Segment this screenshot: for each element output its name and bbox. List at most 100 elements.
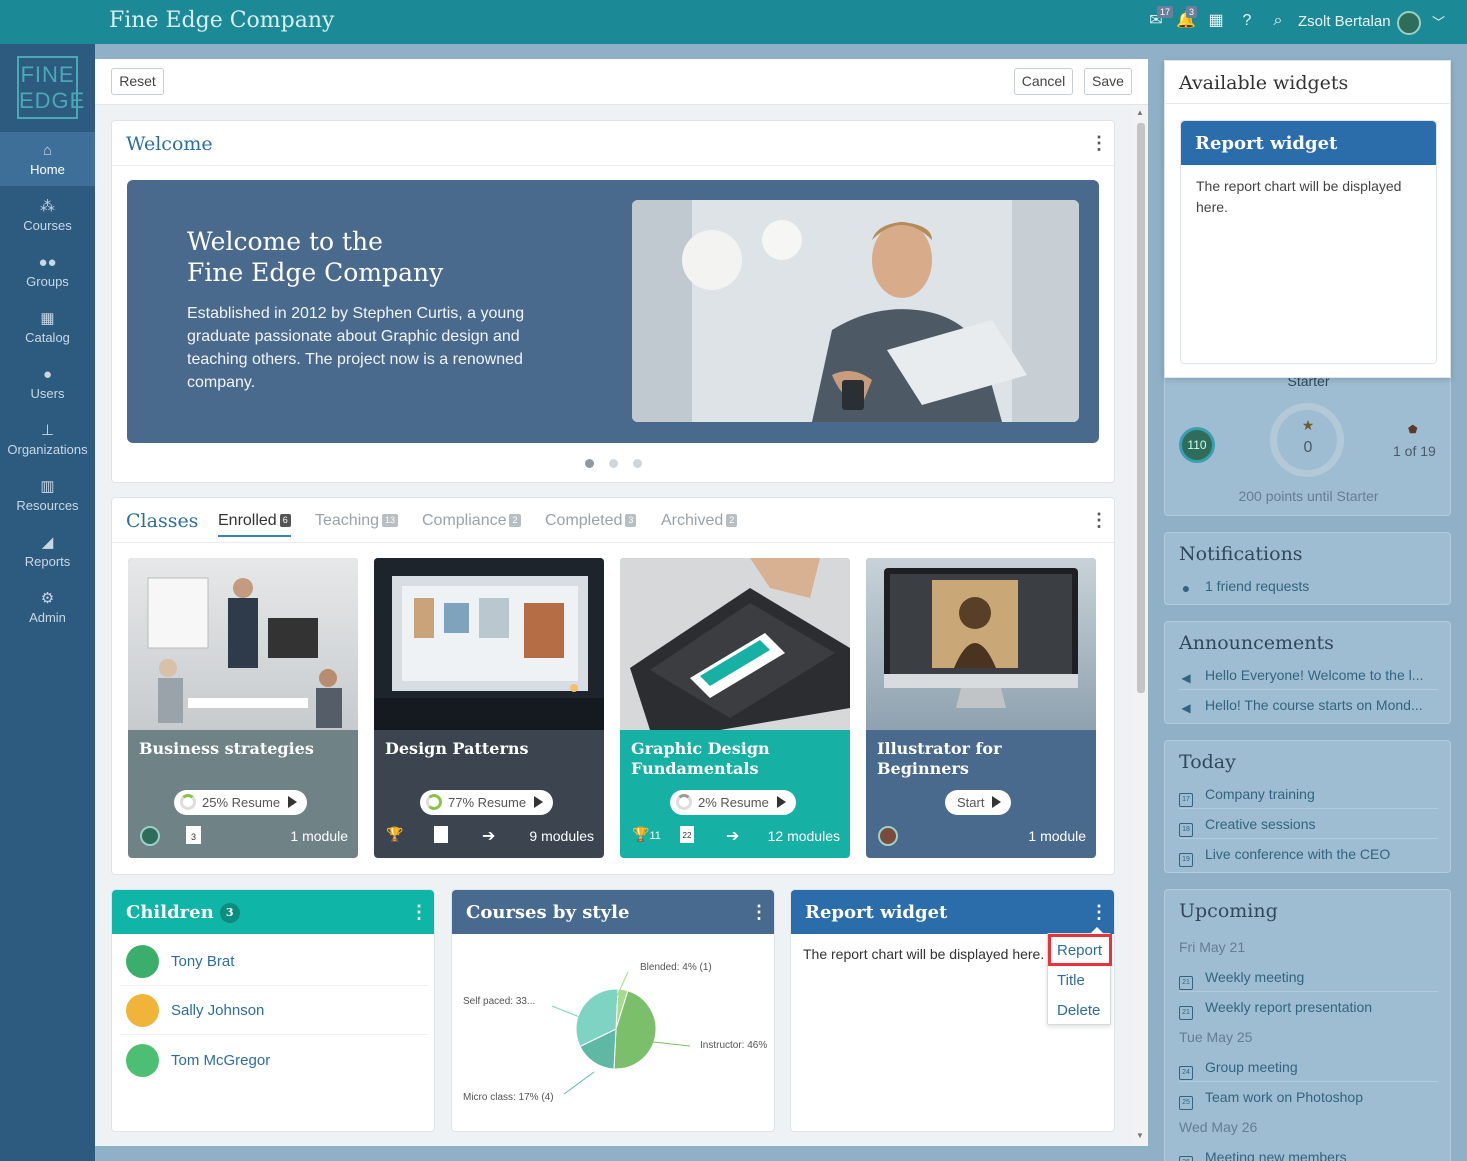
menu-item-delete[interactable]: Delete (1057, 1002, 1100, 1019)
available-widgets-panel: Available widgets Report widget The repo… (1164, 60, 1451, 378)
pie-label-instructor: Instructor: 46% (700, 1040, 768, 1051)
sidebar-item-home[interactable]: ⌂ Home (0, 132, 95, 186)
sidebar-item-users[interactable]: ● Users (0, 356, 95, 410)
event-item[interactable]: 19 Live conference with the CEO (1179, 846, 1439, 867)
course-card[interactable]: Design Patterns 77% Resume 🏆 ➔ 9 modules (374, 558, 604, 858)
resources-icon: ▥ (40, 478, 55, 495)
save-button[interactable]: Save (1084, 68, 1132, 95)
tab-enrolled[interactable]: Enrolled 6 (218, 512, 291, 537)
resume-button[interactable]: 2% Resume (670, 790, 796, 815)
children-menu-icon[interactable]: ⋮ (410, 903, 428, 921)
scroll-down-icon[interactable]: ▼ (1136, 1131, 1144, 1140)
action-label: Resume (720, 795, 769, 810)
calendar-icon[interactable]: ▦ (1206, 11, 1226, 31)
module-count: 1 module (1028, 828, 1086, 844)
children-count-badge: 3 (219, 903, 240, 923)
calendar-icon: 17 (1179, 793, 1193, 807)
course-footer: 🏆11 22 ➔ 12 modules (620, 826, 850, 848)
scroll-up-icon[interactable]: ▲ (1136, 108, 1144, 117)
child-name[interactable]: Tom McGregor (171, 1052, 270, 1069)
sidebar: FINE EDGE ⌂ Home ⁂ Courses ●● Groups ▦ C… (0, 44, 95, 1161)
groups-icon: ●● (38, 254, 57, 271)
event-item[interactable]: 26 Meeting new members (1179, 1149, 1439, 1161)
resume-button[interactable]: 77% Resume (420, 790, 554, 815)
avatar[interactable] (1397, 11, 1421, 35)
calendar-day: 19 (1182, 856, 1190, 863)
cancel-button[interactable]: Cancel (1014, 68, 1073, 95)
menu-item-report[interactable]: Report (1057, 942, 1102, 959)
stars-count: 0 (1303, 439, 1313, 456)
slide-dot-3[interactable] (633, 459, 642, 468)
courses-by-style-menu-icon[interactable]: ⋮ (750, 903, 768, 921)
notification-text: 1 friend requests (1205, 578, 1310, 594)
sidebar-item-groups[interactable]: ●● Groups (0, 244, 95, 298)
event-item[interactable]: 17 Company training (1179, 786, 1439, 807)
play-icon (776, 796, 786, 808)
list-item[interactable]: Tony Brat (126, 941, 426, 981)
reset-button[interactable]: Reset (111, 68, 164, 95)
pie-label-self-paced: Self paced: 33... (463, 996, 536, 1007)
list-item[interactable]: Tom McGregor (126, 1040, 426, 1080)
slide-dot-1[interactable] (585, 459, 594, 468)
level-widget: Starter 110 ★ 0 ⬟ 1 of 19 200 points unt… (1164, 370, 1451, 516)
course-card[interactable]: Business strategies 25% Resume 3 1 modul… (128, 558, 358, 858)
slide-dot-2[interactable] (609, 459, 618, 468)
divider (1165, 103, 1450, 104)
tab-teaching[interactable]: Teaching 13 (315, 512, 399, 530)
calendar-icon: 25 (1179, 1096, 1193, 1110)
report-widget-menu-icon[interactable]: ⋮ (1090, 903, 1108, 921)
event-item[interactable]: 18 Creative sessions (1179, 816, 1439, 837)
event-item[interactable]: 25 Team work on Photoshop (1179, 1089, 1439, 1110)
course-card[interactable]: Graphic Design Fundamentals 2% Resume 🏆1… (620, 558, 850, 858)
chevron-down-icon[interactable]: ﹀ (1432, 12, 1445, 31)
event-item[interactable]: 24 Group meeting (1179, 1059, 1439, 1080)
scrollbar-thumb[interactable] (1137, 123, 1145, 693)
user-name[interactable]: Zsolt Bertalan (1298, 13, 1391, 30)
notification-item[interactable]: ● 1 friend requests (1179, 578, 1439, 597)
banner-title-line-1: Welcome to the (187, 227, 383, 256)
child-name[interactable]: Sally Johnson (171, 1002, 264, 1019)
report-widget-body: The report chart will be displayed here. (803, 946, 1045, 962)
courses-by-style-widget: Courses by style ⋮ Blended: 4% (1) Self … (451, 889, 775, 1132)
module-count: 1 module (290, 828, 348, 844)
sidebar-item-admin[interactable]: ⚙ Admin (0, 580, 95, 634)
tab-compliance[interactable]: Compliance 2 (422, 512, 521, 530)
document-icon: 3 (186, 826, 201, 844)
instructor-avatar (878, 826, 898, 846)
sidebar-item-resources[interactable]: ▥ Resources (0, 468, 95, 522)
tab-completed[interactable]: Completed 3 (545, 512, 637, 530)
welcome-menu-icon[interactable]: ⋮ (1090, 134, 1108, 152)
resume-button[interactable]: 25% Resume (174, 790, 308, 815)
trophy-icon: 🏆 (386, 826, 404, 842)
trophy-count: 11 (649, 830, 661, 842)
announcement-item[interactable]: ◀ Hello! The course starts on Mond... (1179, 697, 1439, 717)
announcement-item[interactable]: ◀ Hello Everyone! Welcome to the l... (1179, 667, 1439, 687)
sidebar-item-courses[interactable]: ⁂ Courses (0, 188, 95, 242)
child-name[interactable]: Tony Brat (171, 953, 234, 970)
upcoming-widget: Upcoming Fri May 21 21 Weekly meeting 21 W… (1164, 889, 1451, 1161)
tab-label: Enrolled (218, 512, 277, 529)
scrollbar[interactable]: ▲ ▼ (1133, 105, 1148, 1146)
action-label: Resume (477, 795, 527, 810)
classes-menu-icon[interactable]: ⋮ (1090, 511, 1108, 529)
sidebar-item-label: Reports (24, 554, 71, 569)
gear-icon: ⚙ (40, 590, 55, 607)
sidebar-item-catalog[interactable]: ▦ Catalog (0, 300, 95, 354)
sidebar-item-reports[interactable]: ◢ Reports (0, 524, 95, 578)
courses-icon: ⁂ (40, 198, 55, 215)
sidebar-item-organizations[interactable]: ⊥ Organizations (0, 412, 95, 466)
notifications-badge: 3 (1186, 6, 1198, 18)
course-card[interactable]: Illustrator for Beginners Start 1 module (866, 558, 1096, 858)
start-button[interactable]: Start (945, 790, 1012, 815)
event-item[interactable]: 21 Weekly meeting (1179, 969, 1439, 990)
welcome-widget: Welcome ⋮ Welcome to the Fine Edge Compa… (111, 120, 1115, 483)
available-report-widget[interactable]: Report widget The report chart will be d… (1180, 120, 1437, 364)
search-icon[interactable]: ⌕ (1268, 11, 1288, 31)
help-icon[interactable]: ? (1237, 11, 1257, 31)
logo[interactable]: FINE EDGE (17, 56, 84, 119)
list-item[interactable]: Sally Johnson (126, 990, 426, 1030)
menu-item-title[interactable]: Title (1057, 972, 1085, 989)
tab-archived[interactable]: Archived 2 (661, 512, 738, 530)
report-widget-dropdown: Report Title Delete (1047, 927, 1112, 1025)
event-item[interactable]: 21 Weekly report presentation (1179, 999, 1439, 1020)
